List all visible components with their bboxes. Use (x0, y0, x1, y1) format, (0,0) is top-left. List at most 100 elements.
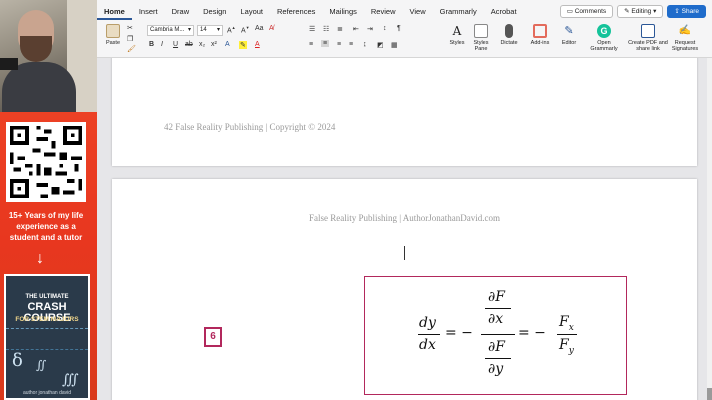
book-symbol-integral: ∬ (36, 358, 47, 372)
eq-inner-den-numerator: ∂F (488, 339, 505, 355)
ribbon-actions: ▭ Comments ✎ Editing ▾ ⇪ Share (559, 5, 706, 18)
signature-icon: ✍ (678, 25, 692, 36)
equation-box[interactable]: dy dx = − ∂F ∂x ∂F ∂y = − Fx Fy (364, 276, 627, 395)
font-size-dropdown[interactable]: 14 ▾ (197, 25, 223, 36)
eq-rhs-num-subscript: x (568, 322, 574, 333)
chevron-down-icon: ▾ (187, 27, 191, 33)
eq-equals-minus-2: = − (518, 325, 546, 341)
chevron-down-icon: ▾ (651, 8, 657, 15)
subscript-icon[interactable]: x₂ (199, 41, 205, 48)
line-spacing-icon[interactable]: ↨ (363, 41, 367, 48)
add-ins-button[interactable]: Add-ins (528, 24, 552, 46)
superscript-icon[interactable]: x² (211, 41, 217, 48)
styles-pane-icon (474, 24, 488, 38)
underline-icon[interactable]: U (173, 41, 178, 48)
document-page[interactable]: False Reality Publishing | AuthorJonatha… (112, 179, 697, 400)
tab-design[interactable]: Design (196, 6, 233, 20)
sort-icon[interactable]: ↕ (383, 25, 387, 32)
grammarly-icon: G (597, 24, 611, 38)
align-center-icon[interactable]: ≡ (321, 40, 330, 47)
book-author: author jonathan david (22, 390, 72, 396)
styles-icon: A (452, 24, 462, 38)
justify-icon[interactable]: ≡ (349, 41, 353, 48)
ribbon: Home Insert Draw Design Layout Reference… (97, 0, 712, 58)
eq-rhs-num-base: F (559, 314, 569, 330)
add-ins-label: Add-ins (530, 40, 550, 46)
tab-insert[interactable]: Insert (132, 6, 165, 20)
tab-draw[interactable]: Draw (165, 6, 197, 20)
cut-icon[interactable]: ✂ (127, 24, 133, 32)
share-button[interactable]: ⇪ Share (667, 5, 706, 18)
borders-icon[interactable]: ▦ (391, 41, 398, 49)
strikethrough-icon[interactable]: ab (185, 41, 193, 48)
eq-lhs-numerator: dy (419, 315, 436, 331)
tab-acrobat[interactable]: Acrobat (484, 6, 524, 20)
document-page[interactable]: 42 False Reality Publishing | Copyright … (112, 58, 697, 166)
multilevel-list-icon[interactable]: ≣ (337, 25, 343, 33)
editor-label: Editor (561, 40, 577, 46)
font-name-dropdown[interactable]: Cambria M... ▾ (147, 25, 194, 36)
shading-icon[interactable]: ◩ (377, 41, 384, 49)
paste-button[interactable]: Paste (103, 24, 123, 46)
eq-inner-num-numerator: ∂F (488, 289, 505, 305)
create-pdf-label: Create PDF and share link (628, 40, 668, 52)
tab-view[interactable]: View (402, 6, 432, 20)
tab-review[interactable]: Review (364, 6, 403, 20)
copy-icon[interactable]: ❐ (127, 35, 133, 43)
tab-mailings[interactable]: Mailings (322, 6, 364, 20)
styles-pane-button[interactable]: Styles Pane (469, 24, 493, 52)
page-header: False Reality Publishing | AuthorJonatha… (308, 213, 501, 223)
align-left-icon[interactable]: ≡ (309, 41, 313, 48)
increase-indent-icon[interactable]: ⇥ (367, 25, 373, 33)
book-symbol-triple-integral: ∭ (62, 372, 79, 388)
editor-button[interactable]: ✎ Editor (558, 24, 580, 46)
comments-button[interactable]: ▭ Comments (559, 5, 614, 18)
italic-icon[interactable]: I (161, 41, 163, 48)
tab-home[interactable]: Home (97, 6, 132, 20)
document-canvas[interactable]: 42 False Reality Publishing | Copyright … (97, 58, 712, 400)
webcam-feed (0, 0, 97, 112)
clear-formatting-icon[interactable]: A̸ (269, 25, 274, 32)
arrow-down-icon: ↓ (36, 250, 44, 267)
add-ins-icon (533, 24, 547, 38)
eq-inner-num-denominator: ∂x (488, 311, 504, 327)
promo-tagline: 15+ Years of my life experience as a stu… (8, 211, 84, 242)
eq-inner-den-denominator: ∂y (488, 361, 504, 377)
tab-grammarly[interactable]: Grammarly (433, 6, 484, 20)
create-pdf-button[interactable]: Create PDF and share link (628, 24, 668, 52)
eq-rhs-den-subscript: y (568, 345, 574, 356)
open-grammarly-button[interactable]: G Open Grammarly (587, 24, 621, 52)
change-case-icon[interactable]: Aa (255, 25, 264, 32)
decrease-indent-icon[interactable]: ⇤ (353, 25, 359, 33)
fraction-bar (418, 334, 440, 335)
scrollbar-thumb[interactable] (707, 388, 712, 400)
numbering-icon[interactable]: ☷ (323, 25, 329, 33)
pilcrow-icon[interactable]: ¶ (397, 25, 401, 32)
book-wave-decoration (6, 328, 88, 350)
comment-icon: ▭ (566, 8, 575, 15)
tab-references[interactable]: References (270, 6, 322, 20)
book-title-line1: THE ULTIMATE (25, 294, 69, 300)
equation-number-badge: 6 (204, 327, 222, 347)
styles-button[interactable]: A Styles (446, 24, 468, 46)
vertical-scrollbar[interactable] (707, 58, 712, 400)
dictate-button[interactable]: Dictate (498, 24, 520, 46)
tab-layout[interactable]: Layout (233, 6, 270, 20)
shrink-font-icon[interactable]: A▼ (241, 25, 250, 34)
align-right-icon[interactable]: ≡ (337, 41, 341, 48)
fraction-bar (485, 358, 511, 359)
highlight-icon[interactable]: ✎ (239, 41, 247, 49)
editing-button[interactable]: ✎ Editing ▾ (617, 5, 664, 18)
grow-font-icon[interactable]: A▲ (227, 25, 236, 34)
text-effects-icon[interactable]: A (225, 41, 230, 48)
font-name-value: Cambria M... (150, 27, 185, 33)
bold-icon[interactable]: B (149, 41, 154, 48)
request-signatures-button[interactable]: ✍ Request Signatures (669, 24, 701, 52)
book-cover[interactable]: THE ULTIMATE CRASH COURSE FOR STEM MAJOR… (4, 274, 90, 400)
book-title-line3: FOR STEM MAJORS (15, 316, 79, 323)
font-color-icon[interactable]: A (255, 41, 260, 48)
format-painter-icon[interactable]: 🖌 (127, 45, 136, 53)
page-footer: 42 False Reality Publishing | Copyright … (164, 122, 336, 132)
promo-panel: 15+ Years of my life experience as a stu… (0, 0, 97, 400)
bullets-icon[interactable]: ☰ (309, 25, 315, 33)
